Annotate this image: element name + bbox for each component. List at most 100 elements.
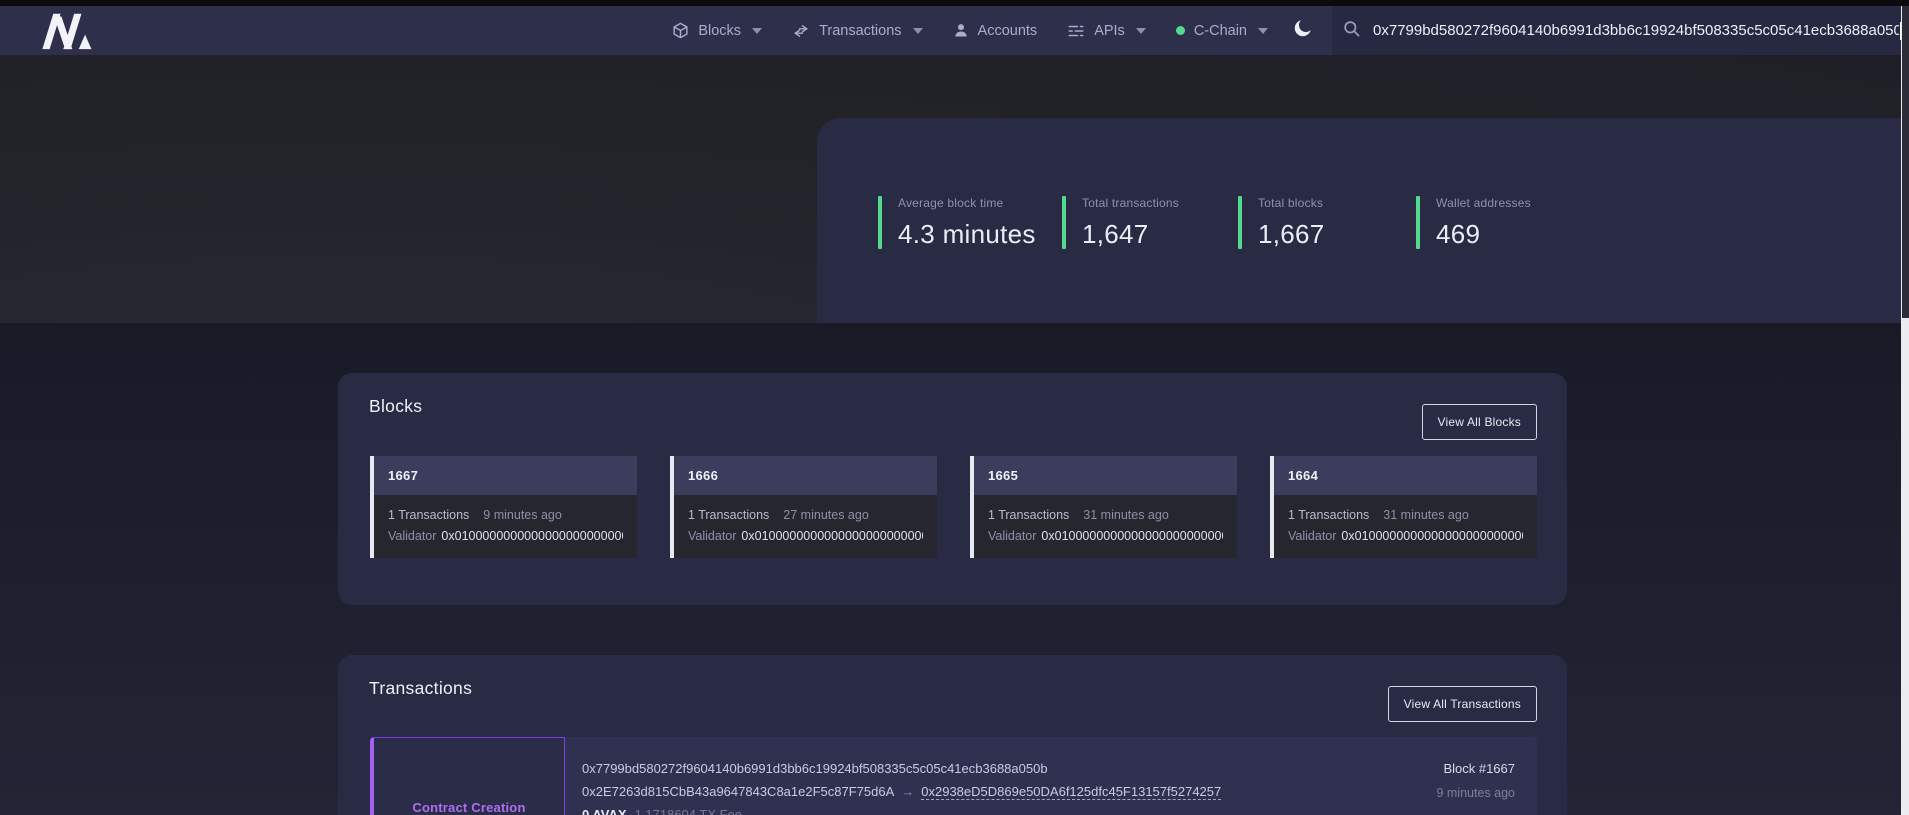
to-address-link[interactable]: 0x2938eD5D869e50DA6f125dfc45F13157f52742… <box>921 784 1221 800</box>
block-card-header: 1665 <box>974 456 1237 495</box>
stat-label: Average block time <box>898 196 1036 210</box>
nav-item-label: Blocks <box>698 23 741 39</box>
scrollbar-thumb[interactable] <box>1902 6 1909 318</box>
from-address[interactable]: 0x2E7263d815CbB43a9647843C8a1e2F5c87F75d… <box>582 784 894 799</box>
stat-accent-bar <box>1062 196 1066 249</box>
stat-accent-bar <box>878 196 882 249</box>
block-card-body: 1 Transactions 31 minutes ago Validator 0x… <box>1274 495 1537 558</box>
stat-value: 1,667 <box>1258 219 1325 250</box>
nav-item-label: Transactions <box>819 23 901 39</box>
search-input[interactable]: 0x7799bd580272f9604140b6991d3bb6c19924bf… <box>1332 6 1901 55</box>
avalanche-logo[interactable] <box>37 11 95 51</box>
view-all-transactions-button[interactable]: View All Transactions <box>1388 686 1537 722</box>
person-icon <box>953 22 969 39</box>
blocks-section-title: Blocks <box>369 396 422 417</box>
moon-icon <box>1292 17 1314 44</box>
stat-average-block-time: Average block time 4.3 minutes <box>878 196 1036 250</box>
block-tx-count: 1 Transactions <box>388 508 469 522</box>
block-card-header: 1664 <box>1274 456 1537 495</box>
block-tx-count: 1 Transactions <box>688 508 769 522</box>
transaction-block-link[interactable]: Block #1667 <box>1436 761 1515 776</box>
block-card-body: 1 Transactions 31 minutes ago Validator 0x… <box>974 495 1237 558</box>
transaction-value-line: 0 AVAX 1.1718604 TX Fee <box>582 803 1221 815</box>
view-all-blocks-button[interactable]: View All Blocks <box>1422 404 1537 440</box>
block-age: 9 minutes ago <box>483 508 562 522</box>
validator-label: Validator <box>688 529 736 543</box>
chevron-down-icon <box>913 28 923 34</box>
block-card-header: 1666 <box>674 456 937 495</box>
block-card-body: 1 Transactions 27 minutes ago Validator 0x… <box>674 495 937 558</box>
nav-item-accounts[interactable]: Accounts <box>953 22 1038 39</box>
stat-total-transactions: Total transactions 1,647 <box>1062 196 1179 250</box>
transaction-amount: 0 AVAX <box>582 807 627 815</box>
stat-value: 4.3 minutes <box>898 219 1036 250</box>
page: Blocks Transactions <box>0 0 1909 815</box>
block-card-1664[interactable]: 1664 1 Transactions 31 minutes ago Valida… <box>1270 456 1537 558</box>
block-card-1666[interactable]: 1666 1 Transactions 27 minutes ago Valida… <box>670 456 937 558</box>
page-scrollbar[interactable] <box>1901 6 1909 815</box>
block-number[interactable]: 1667 <box>388 468 418 483</box>
block-card-1667[interactable]: 1667 1 Transactions 9 minutes ago Validat… <box>370 456 637 558</box>
block-number[interactable]: 1665 <box>988 468 1018 483</box>
transaction-type: Contract Creation <box>412 800 525 815</box>
stat-value: 1,647 <box>1082 219 1179 250</box>
validator-label: Validator <box>388 529 436 543</box>
block-card-body: 1 Transactions 9 minutes ago Validator 0x0… <box>374 495 637 558</box>
nav-item-apis[interactable]: APIs <box>1067 23 1146 39</box>
stat-accent-bar <box>1416 196 1420 249</box>
block-tx-count: 1 Transactions <box>988 508 1069 522</box>
transaction-fee: 1.1718604 TX Fee <box>635 807 742 815</box>
nav-item-chain-selector[interactable]: C-Chain <box>1176 23 1268 39</box>
validator-address: 0x01000000000000000000000000... <box>1041 529 1223 543</box>
chevron-down-icon <box>1258 28 1268 34</box>
stat-accent-bar <box>1238 196 1242 249</box>
transfer-arrows-icon <box>792 23 810 39</box>
search-input-value: 0x7799bd580272f9604140b6991d3bb6c19924bf… <box>1373 22 1899 39</box>
nav-menu: Blocks Transactions <box>672 22 1268 39</box>
block-card-row: 1667 1 Transactions 9 minutes ago Validat… <box>370 456 1537 558</box>
nav-item-blocks[interactable]: Blocks <box>672 22 762 39</box>
transaction-details: 0x7799bd580272f9604140b6991d3bb6c19924bf… <box>582 757 1221 815</box>
chevron-down-icon <box>1136 28 1146 34</box>
validator-address: 0x01000000000000000000000000... <box>1341 529 1523 543</box>
block-card-header: 1667 <box>374 456 637 495</box>
nav-item-label: C-Chain <box>1194 23 1247 39</box>
nav-item-label: APIs <box>1094 23 1125 39</box>
nav-item-label: Accounts <box>978 23 1038 39</box>
validator-address: 0x01000000000000000000000000... <box>441 529 623 543</box>
validator-label: Validator <box>1288 529 1336 543</box>
stat-label: Total blocks <box>1258 196 1325 210</box>
transaction-status-box: Contract Creation Success <box>370 737 565 815</box>
block-number[interactable]: 1664 <box>1288 468 1318 483</box>
stat-label: Wallet addresses <box>1436 196 1531 210</box>
block-age: 31 minutes ago <box>1083 508 1168 522</box>
block-age: 31 minutes ago <box>1383 508 1468 522</box>
blocks-section: Blocks View All Blocks 1667 1 Transactio… <box>338 373 1567 605</box>
transactions-section: Transactions View All Transactions Contr… <box>338 655 1567 815</box>
transactions-section-title: Transactions <box>369 678 472 699</box>
stat-value: 469 <box>1436 219 1531 250</box>
transaction-addresses: 0x2E7263d815CbB43a9647843C8a1e2F5c87F75d… <box>582 780 1221 803</box>
validator-address: 0x01000000000000000000000000... <box>741 529 923 543</box>
search-icon <box>1342 19 1361 43</box>
sliders-icon <box>1067 23 1085 39</box>
cube-icon <box>672 22 689 39</box>
block-number[interactable]: 1666 <box>688 468 718 483</box>
stat-label: Total transactions <box>1082 196 1179 210</box>
transaction-age: 9 minutes ago <box>1436 786 1515 800</box>
block-age: 27 minutes ago <box>783 508 868 522</box>
hero-section: Average block time 4.3 minutes Total tra… <box>0 55 1909 323</box>
arrow-right-icon: → <box>894 784 921 799</box>
transaction-hash[interactable]: 0x7799bd580272f9604140b6991d3bb6c19924bf… <box>582 757 1221 780</box>
validator-label: Validator <box>988 529 1036 543</box>
stats-panel: Average block time 4.3 minutes Total tra… <box>817 118 1901 323</box>
transaction-meta: Block #1667 9 minutes ago <box>1436 761 1515 800</box>
transaction-row[interactable]: Contract Creation Success 0x7799bd580272… <box>370 737 1537 815</box>
block-card-1665[interactable]: 1665 1 Transactions 31 minutes ago Valida… <box>970 456 1237 558</box>
theme-toggle-button[interactable] <box>1292 17 1314 44</box>
chevron-down-icon <box>752 28 762 34</box>
nav-item-transactions[interactable]: Transactions <box>792 23 922 39</box>
block-tx-count: 1 Transactions <box>1288 508 1369 522</box>
green-status-dot-icon <box>1176 26 1185 35</box>
top-navbar: Blocks Transactions <box>0 6 1901 55</box>
